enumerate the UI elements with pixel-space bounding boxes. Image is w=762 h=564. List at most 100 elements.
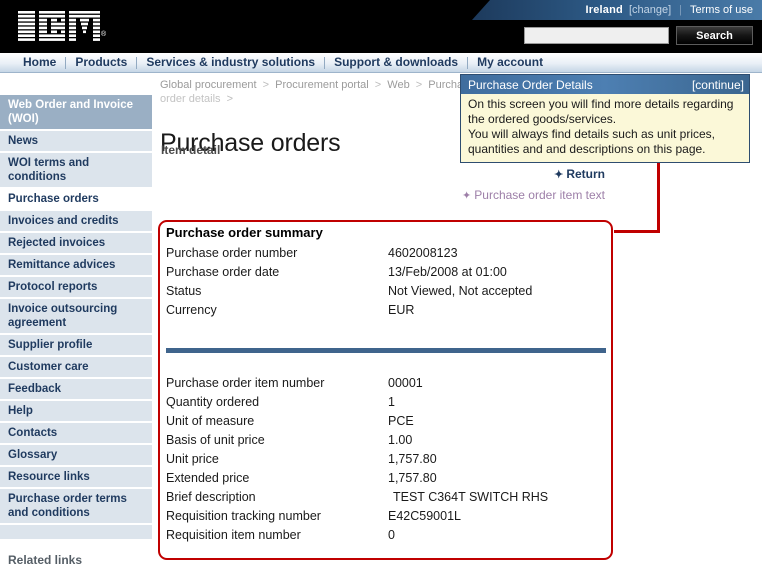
field-row: Currency EUR <box>166 301 532 320</box>
sidebar-item-invoice-outsourcing-agreement[interactable]: Invoice outsourcing agreement <box>0 299 152 335</box>
breadcrumb-separator: > <box>262 79 270 91</box>
field-row: Requisition item number 0 <box>166 526 548 545</box>
utility-separator: | <box>679 4 683 16</box>
purchase-order-item-text-link[interactable]: ✦ Purchase order item text <box>405 188 605 202</box>
field-row: Unit price 1,757.80 <box>166 450 548 469</box>
field-row: Brief description TEST C364T SWITCH RHS <box>166 488 548 507</box>
field-row: Status Not Viewed, Not accepted <box>166 282 532 301</box>
order-item-fields: Purchase order item number 00001 Quantit… <box>166 374 548 545</box>
nav-item-support[interactable]: Support & downloads <box>325 53 467 72</box>
sidebar-item-web-order-and-invoice[interactable]: Web Order and Invoice (WOI) <box>0 95 152 131</box>
nav-item-services[interactable]: Services & industry solutions <box>137 53 324 72</box>
registered-trademark-icon: ® <box>101 31 107 38</box>
search-input[interactable] <box>524 27 669 44</box>
sidebar-item-help[interactable]: Help <box>0 401 152 423</box>
summary-panel-title: Purchase order summary <box>166 225 323 240</box>
sidebar-item-protocol-reports[interactable]: Protocol reports <box>0 277 152 299</box>
sidebar-item-feedback[interactable]: Feedback <box>0 379 152 401</box>
breadcrumb-separator: > <box>374 79 382 91</box>
search-area: Search <box>524 26 753 45</box>
breadcrumb-item-procurement-portal[interactable]: Procurement portal <box>275 79 369 91</box>
field-value: 1 <box>388 395 395 409</box>
nav-item-my-account[interactable]: My account <box>468 53 552 72</box>
sidebar-item-purchase-order-terms-and-conditions[interactable]: Purchase order terms and conditions <box>0 489 152 525</box>
return-link[interactable]: ✦ Return <box>455 167 605 181</box>
field-label: Requisition tracking number <box>166 509 321 523</box>
field-label: Purchase order date <box>166 265 280 279</box>
tooltip-continue-button[interactable]: [continue] <box>692 78 744 92</box>
field-row: Extended price 1,757.80 <box>166 469 548 488</box>
sidebar-item-contacts[interactable]: Contacts <box>0 423 152 445</box>
tooltip-body: On this screen you will find more detail… <box>461 94 749 162</box>
tooltip-line-1: On this screen you will find more detail… <box>468 97 734 111</box>
field-value: 1,757.80 <box>388 471 437 485</box>
field-row: Quantity ordered 1 <box>166 393 548 412</box>
related-links-title: Related links <box>8 553 83 564</box>
field-value: E42C59001L <box>388 509 461 523</box>
arrow-icon: ✦ <box>554 169 564 181</box>
purchase-order-details-tooltip: Purchase Order Details [continue] On thi… <box>460 74 750 163</box>
tooltip-line-4: quantities and and descriptions on this … <box>468 142 706 156</box>
page-subtitle: Item detail <box>161 143 221 157</box>
sidebar-item-purchase-orders[interactable]: Purchase orders <box>0 189 152 211</box>
search-button[interactable]: Search <box>676 26 753 45</box>
sidebar-item-remittance-advices[interactable]: Remittance advices <box>0 255 152 277</box>
field-row: Purchase order date 13/Feb/2008 at 01:00 <box>166 263 532 282</box>
order-header-fields: Purchase order number 4602008123 Purchas… <box>166 244 532 320</box>
field-row: Purchase order item number 00001 <box>166 374 548 393</box>
field-value: EUR <box>388 303 415 317</box>
sidebar-item-rejected-invoices[interactable]: Rejected invoices <box>0 233 152 255</box>
field-row: Unit of measure PCE <box>166 412 548 431</box>
field-label: Unit price <box>166 452 219 466</box>
sidebar: Web Order and Invoice (WOI) News WOI ter… <box>0 95 152 564</box>
tooltip-line-3: You will always find details such as uni… <box>468 127 716 141</box>
purchase-order-summary-panel: Purchase order summary Purchase order nu… <box>158 220 613 560</box>
field-value: 0 <box>388 528 395 542</box>
nav-item-products[interactable]: Products <box>66 53 136 72</box>
masthead: ® Ireland [change] | Terms of use Search <box>0 0 762 50</box>
field-label: Basis of unit price <box>166 433 265 447</box>
field-label: Currency <box>166 303 217 317</box>
field-label: Status <box>166 284 202 298</box>
primary-nav: Home Products Services & industry soluti… <box>0 53 762 73</box>
field-label: Requisition item number <box>166 528 301 542</box>
tooltip-title: Purchase Order Details <box>468 77 593 92</box>
sidebar-item-glossary[interactable]: Glossary <box>0 445 152 467</box>
sidebar-spacer <box>0 525 152 541</box>
sidebar-item-woi-terms-and-conditions[interactable]: WOI terms and conditions <box>0 153 152 189</box>
annotation-connector-vertical <box>657 163 660 233</box>
field-label: Purchase order number <box>166 246 298 260</box>
field-label: Purchase order item number <box>166 376 325 390</box>
sidebar-item-invoices-and-credits[interactable]: Invoices and credits <box>0 211 152 233</box>
nav-item-home[interactable]: Home <box>14 53 65 72</box>
breadcrumb-separator: > <box>226 93 234 105</box>
purchase-order-item-text-label: Purchase order item text <box>474 188 605 202</box>
terms-of-use-link[interactable]: Terms of use <box>690 4 753 16</box>
tooltip-line-2: the ordered goods/services. <box>468 112 617 126</box>
field-value: PCE <box>388 414 414 428</box>
field-row: Requisition tracking number E42C59001L <box>166 507 548 526</box>
field-value: TEST C364T SWITCH RHS <box>393 490 549 504</box>
field-value: 1,757.80 <box>388 452 437 466</box>
utility-bar: Ireland [change] | Terms of use <box>472 0 762 20</box>
breadcrumb-item-global-procurement[interactable]: Global procurement <box>160 79 257 91</box>
field-value: Not Viewed, Not accepted <box>388 284 533 298</box>
ibm-logo[interactable] <box>18 11 100 41</box>
breadcrumb-item-web[interactable]: Web <box>387 79 409 91</box>
sidebar-item-news[interactable]: News <box>0 131 152 153</box>
page-root: ® Ireland [change] | Terms of use Search… <box>0 0 762 564</box>
field-label: Unit of measure <box>166 414 255 428</box>
section-divider <box>166 348 606 353</box>
tooltip-title-bar: Purchase Order Details [continue] <box>461 75 749 94</box>
sidebar-item-customer-care[interactable]: Customer care <box>0 357 152 379</box>
field-row: Purchase order number 4602008123 <box>166 244 532 263</box>
sidebar-item-resource-links[interactable]: Resource links <box>0 467 152 489</box>
field-label: Brief description <box>166 490 256 504</box>
sidebar-item-supplier-profile[interactable]: Supplier profile <box>0 335 152 357</box>
arrow-icon: ✦ <box>462 190 472 202</box>
field-value: 00001 <box>388 376 423 390</box>
breadcrumb-separator: > <box>415 79 423 91</box>
field-value: 4602008123 <box>388 246 458 260</box>
field-value: 1.00 <box>388 433 413 447</box>
change-country-link[interactable]: [change] <box>629 4 671 16</box>
